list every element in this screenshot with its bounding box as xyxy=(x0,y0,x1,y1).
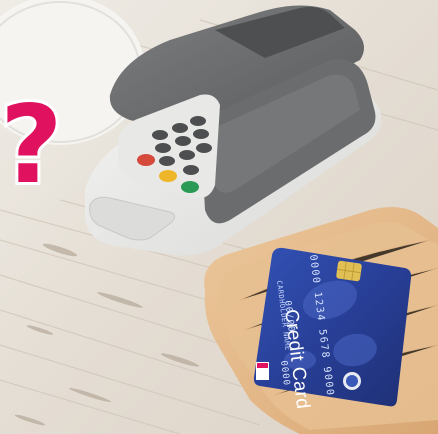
photo: ? Credit Card 0000 1234 5678 9000 CARDHO… xyxy=(0,0,438,434)
cancel-key-icon xyxy=(137,154,155,166)
enter-key-icon xyxy=(181,181,199,193)
scene-illustration xyxy=(0,0,438,434)
question-mark-overlay: ? xyxy=(0,83,66,208)
clear-key-icon xyxy=(159,170,177,182)
